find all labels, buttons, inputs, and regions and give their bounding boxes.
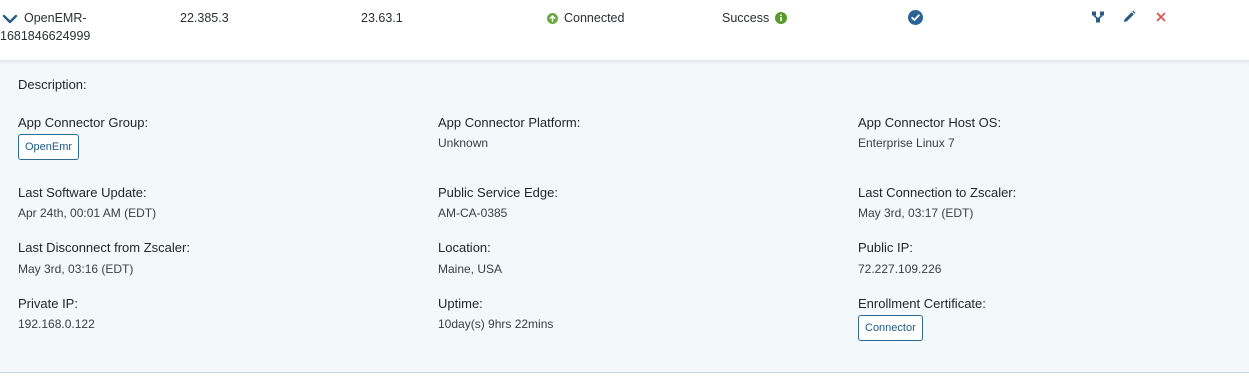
chevron-down-icon[interactable] <box>2 12 18 26</box>
app-connector-row: OpenEMR- 1681846624999 22.385.3 23.63.1 … <box>0 0 1249 60</box>
last-update-value: Apr 24th, 00:01 AM (EDT) <box>18 206 157 220</box>
group-chip[interactable]: OpenEmr <box>18 134 80 160</box>
enrollment-status: Success <box>722 11 788 25</box>
connector-tree-icon[interactable] <box>1091 10 1105 24</box>
group-label: App Connector Group: <box>18 115 149 130</box>
current-version: 22.385.3 <box>180 11 229 25</box>
connector-details-panel: Description: App Connector Group: OpenEm… <box>0 60 1249 373</box>
check-circle-icon <box>908 10 923 25</box>
uptime-label: Uptime: <box>438 296 483 311</box>
private-ip-value: 192.168.0.122 <box>18 317 95 331</box>
uptime-value: 10day(s) 9hrs 22mins <box>438 317 554 331</box>
platform-label: App Connector Platform: <box>438 115 581 130</box>
service-edge-label: Public Service Edge: <box>438 185 558 200</box>
connection-status: Connected <box>547 11 624 25</box>
enrollment-status-label: Success <box>722 11 770 25</box>
host-os-label: App Connector Host OS: <box>858 115 1002 130</box>
last-connection-label: Last Connection to Zscaler: <box>858 185 1017 200</box>
last-disconnect-label: Last Disconnect from Zscaler: <box>18 240 190 255</box>
connection-status-label: Connected <box>564 11 625 25</box>
row-divider <box>0 372 1249 373</box>
enrollment-cert-chip[interactable]: Connector <box>858 315 923 341</box>
connector-name-suffix: 1681846624999 <box>0 29 91 43</box>
service-edge-value: AM-CA-0385 <box>438 206 508 220</box>
location-value: Maine, USA <box>438 262 503 276</box>
location-label: Location: <box>438 240 491 255</box>
public-ip-label: Public IP: <box>858 240 913 255</box>
description-label: Description: <box>18 77 87 92</box>
last-update-label: Last Software Update: <box>18 185 147 200</box>
close-icon[interactable] <box>1154 10 1168 24</box>
platform-value: Unknown <box>438 136 489 150</box>
last-disconnect-value: May 3rd, 03:16 (EDT) <box>18 262 134 276</box>
public-ip-value: 72.227.109.226 <box>858 262 942 276</box>
arrow-up-circle-icon <box>547 12 558 24</box>
expected-version: 23.63.1 <box>361 11 403 25</box>
enrollment-cert-label: Enrollment Certificate: <box>858 296 986 311</box>
pencil-icon[interactable] <box>1122 10 1136 24</box>
last-connection-value: May 3rd, 03:17 (EDT) <box>858 206 974 220</box>
connector-name: OpenEMR- <box>24 11 87 25</box>
info-icon[interactable] <box>775 12 788 24</box>
host-os-value: Enterprise Linux 7 <box>858 136 955 150</box>
private-ip-label: Private IP: <box>18 296 78 311</box>
